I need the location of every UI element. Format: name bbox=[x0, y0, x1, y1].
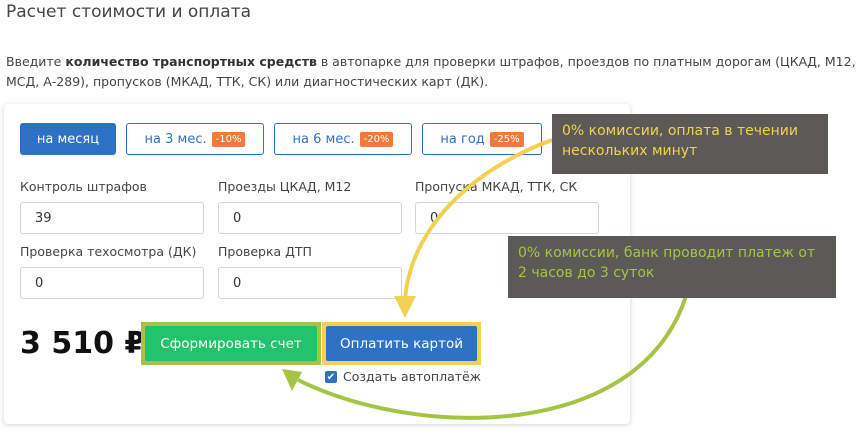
annotation-arrows bbox=[282, 138, 688, 420]
invoice-payment-callout: 0% комиссии, банк проводит платеж от 2 ч… bbox=[508, 236, 836, 298]
card-payment-callout: 0% комиссии, оплата в течении нескольких… bbox=[552, 114, 828, 174]
green-arrow bbox=[297, 295, 688, 420]
yellow-arrowhead bbox=[394, 296, 416, 318]
